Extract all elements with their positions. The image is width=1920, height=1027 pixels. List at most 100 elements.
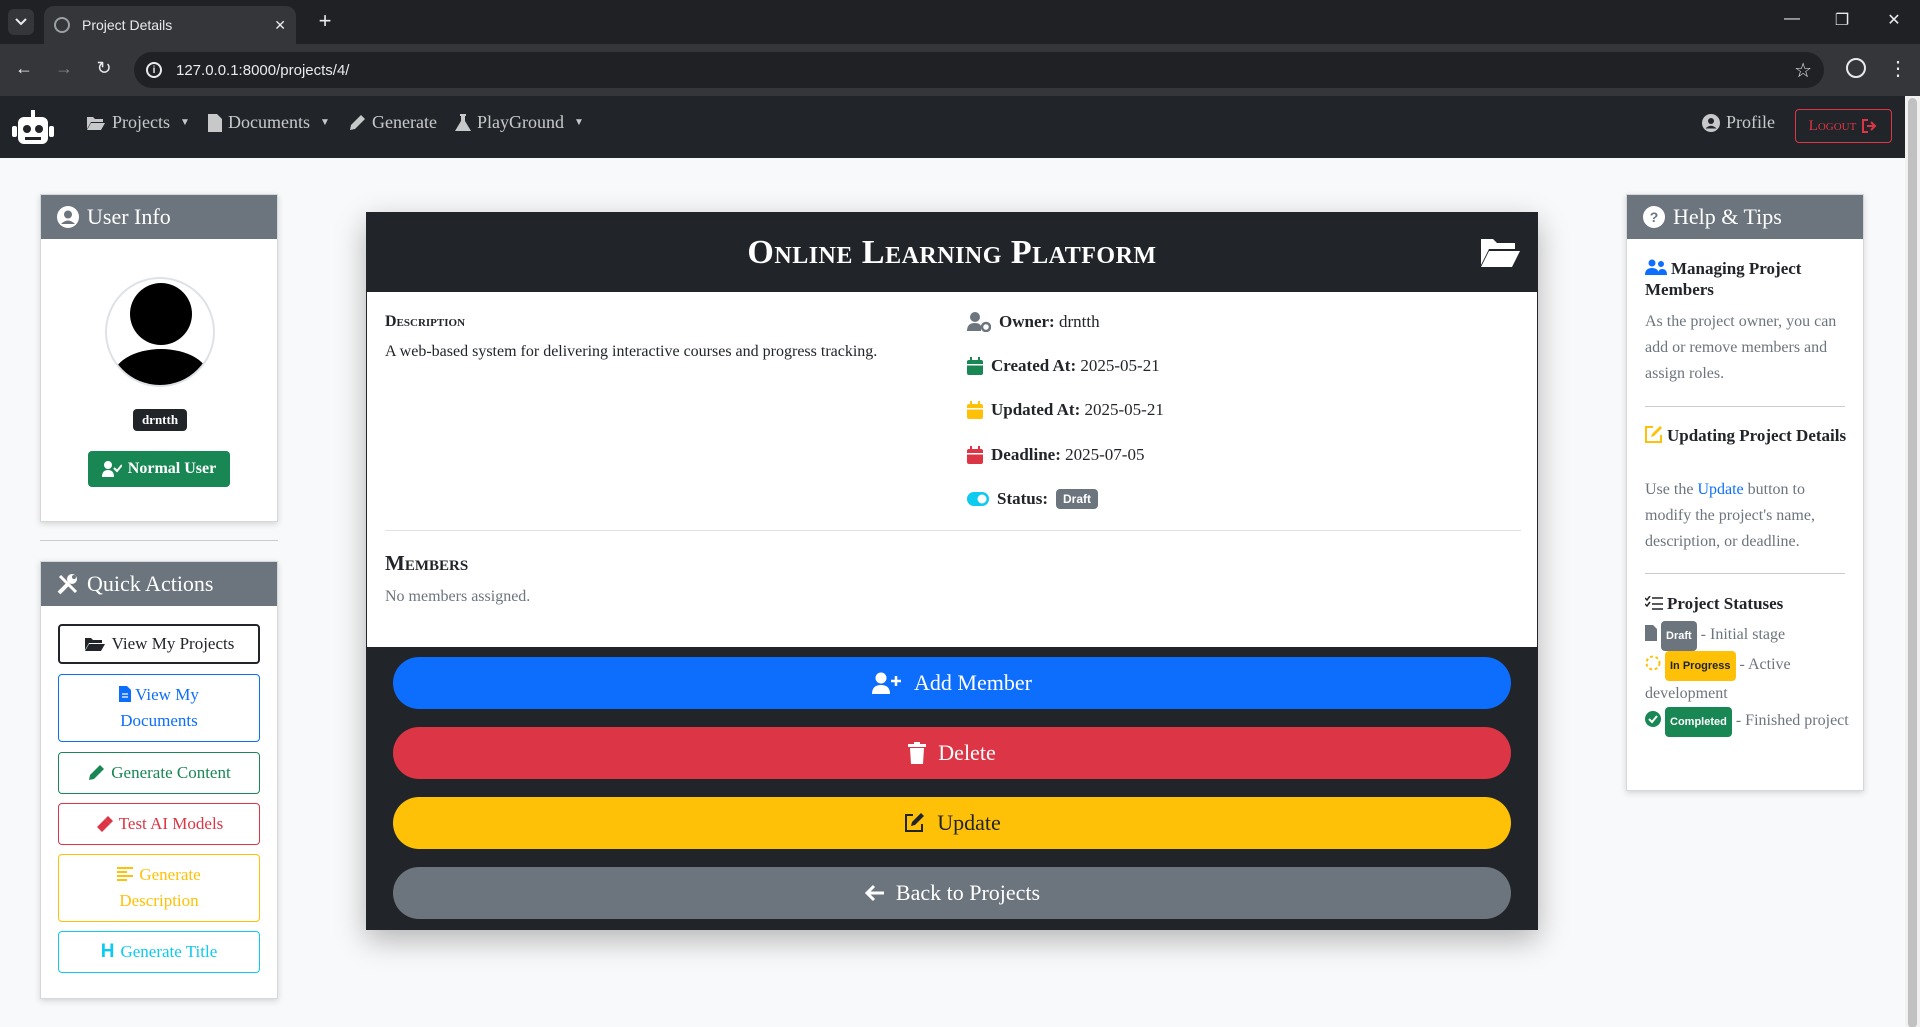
project-detail-card: Online Learning Platform Description A w… bbox=[366, 212, 1538, 930]
add-member-button[interactable]: Add Member bbox=[393, 657, 1511, 709]
chevron-down-icon bbox=[15, 18, 27, 26]
owner-value: drntth bbox=[1058, 312, 1100, 331]
user-check-icon bbox=[101, 461, 122, 477]
spinner-icon bbox=[1645, 655, 1661, 671]
tab-list-button[interactable] bbox=[8, 9, 34, 35]
project-header: Online Learning Platform bbox=[367, 213, 1537, 292]
test-ai-models-button[interactable]: Test AI Models bbox=[58, 803, 260, 845]
eraser-icon bbox=[96, 816, 113, 832]
new-tab-button[interactable]: + bbox=[312, 8, 338, 34]
user-plus-icon bbox=[872, 672, 902, 694]
page-scrollbar[interactable] bbox=[1905, 96, 1920, 1027]
forward-arrow-icon[interactable]: → bbox=[52, 58, 76, 79]
nav-documents-label: Documents bbox=[228, 112, 310, 132]
updated-value: 2025-05-21 bbox=[1084, 400, 1164, 419]
check-circle-icon bbox=[1645, 711, 1661, 727]
generate-title-button[interactable]: H Generate Title bbox=[58, 931, 260, 973]
generate-content-button[interactable]: Generate Content bbox=[58, 752, 260, 794]
description-text: A web-based system for delivering intera… bbox=[385, 343, 878, 360]
site-info-icon[interactable]: i bbox=[146, 62, 162, 78]
draft-badge: Draft bbox=[1661, 621, 1697, 651]
nav-documents-dropdown[interactable]: Documents ▼ bbox=[208, 112, 330, 133]
logout-label: Logout bbox=[1808, 117, 1857, 134]
status-completed-item: Completed - Finished project bbox=[1645, 707, 1850, 737]
logout-button[interactable]: Logout bbox=[1795, 109, 1892, 143]
browser-menu-icon[interactable]: ⋮ bbox=[1888, 56, 1908, 81]
sign-out-icon bbox=[1862, 119, 1877, 133]
generate-title-label: Generate Title bbox=[120, 942, 218, 961]
completed-badge: Completed bbox=[1665, 707, 1732, 737]
nav-playground-dropdown[interactable]: PlayGround ▼ bbox=[455, 112, 584, 133]
close-window-button[interactable]: ✕ bbox=[1882, 10, 1906, 30]
avatar bbox=[105, 277, 215, 387]
align-left-icon bbox=[117, 867, 134, 881]
calendar-icon bbox=[967, 401, 983, 419]
update-link[interactable]: Update bbox=[1697, 481, 1743, 498]
caret-down-icon: ▼ bbox=[319, 117, 330, 128]
help-update-heading: Updating Project Details bbox=[1645, 425, 1850, 446]
document-icon bbox=[119, 686, 132, 702]
user-info-header: User Info bbox=[41, 195, 277, 239]
back-to-projects-label: Back to Projects bbox=[895, 880, 1041, 905]
tab-close-icon[interactable]: ✕ bbox=[274, 17, 286, 34]
view-my-documents-button[interactable]: View My Documents bbox=[58, 674, 260, 742]
update-label: Update bbox=[937, 810, 1001, 835]
status-draft-item: Draft - Initial stage bbox=[1645, 621, 1850, 651]
address-bar: ← → ↻ i 127.0.0.1:8000/projects/4/ ☆ ⋮ bbox=[0, 44, 1920, 96]
nav-generate-link[interactable]: Generate bbox=[348, 112, 437, 133]
globe-icon bbox=[54, 17, 70, 33]
robot-logo-icon[interactable] bbox=[12, 110, 54, 151]
quick-actions-card: Quick Actions View My Projects View My D… bbox=[40, 561, 278, 999]
help-update-text: Use the Update button to modify the proj… bbox=[1645, 481, 1815, 550]
heading-icon: H bbox=[100, 941, 115, 962]
delete-button[interactable]: Delete bbox=[393, 727, 1511, 779]
project-actions: Add Member Delete Update Back to Project… bbox=[367, 647, 1537, 929]
help-tips-title: Help & Tips bbox=[1673, 204, 1782, 229]
tools-icon bbox=[57, 574, 78, 595]
nav-projects-label: Projects bbox=[112, 112, 170, 132]
document-icon bbox=[208, 113, 222, 132]
help-statuses-list: Draft - Initial stage In Progress - Acti… bbox=[1645, 621, 1850, 737]
test-ai-models-label: Test AI Models bbox=[118, 814, 224, 833]
caret-down-icon: ▼ bbox=[180, 117, 190, 128]
folder-open-icon bbox=[87, 116, 105, 130]
generate-description-label: Generate Description bbox=[117, 865, 201, 910]
status-badge: Draft bbox=[1056, 489, 1099, 509]
generate-description-button[interactable]: Generate Description bbox=[58, 854, 260, 922]
nav-projects-dropdown[interactable]: Projects ▼ bbox=[86, 112, 190, 133]
folder-open-icon bbox=[1479, 235, 1521, 274]
user-info-card: User Info drntth Normal User bbox=[40, 194, 278, 522]
restore-button[interactable]: ❐ bbox=[1830, 10, 1854, 30]
project-title: Online Learning Platform bbox=[747, 233, 1157, 271]
arrow-left-icon bbox=[864, 884, 884, 902]
view-my-projects-button[interactable]: View My Projects bbox=[58, 624, 260, 664]
users-icon bbox=[1645, 259, 1667, 275]
url-field[interactable]: i 127.0.0.1:8000/projects/4/ ☆ bbox=[134, 52, 1824, 88]
quick-actions-title: Quick Actions bbox=[87, 571, 214, 596]
reload-icon[interactable]: ↻ bbox=[92, 58, 116, 79]
browser-tab[interactable]: Project Details ✕ bbox=[44, 6, 296, 44]
folder-open-icon bbox=[84, 638, 105, 651]
update-button[interactable]: Update bbox=[393, 797, 1511, 849]
nav-profile-link[interactable]: Profile bbox=[1702, 112, 1775, 133]
url-text: 127.0.0.1:8000/projects/4/ bbox=[176, 61, 350, 79]
status-label: Status: bbox=[997, 489, 1049, 508]
generate-content-label: Generate Content bbox=[111, 763, 231, 782]
document-icon bbox=[1645, 625, 1657, 641]
edit-icon bbox=[1645, 426, 1662, 443]
calendar-icon bbox=[967, 446, 983, 464]
minimize-button[interactable]: — bbox=[1780, 10, 1804, 28]
bookmark-star-icon[interactable]: ☆ bbox=[1794, 58, 1812, 83]
back-arrow-icon[interactable]: ← bbox=[12, 58, 36, 79]
owner-row: Owner: drntth bbox=[967, 312, 1100, 332]
help-divider bbox=[1645, 573, 1845, 574]
scrollbar-thumb[interactable] bbox=[1908, 98, 1917, 1027]
role-badge-button[interactable]: Normal User bbox=[88, 451, 230, 487]
back-to-projects-button[interactable]: Back to Projects bbox=[393, 867, 1511, 919]
pencil-icon bbox=[89, 765, 105, 780]
updated-row: Updated At: 2025-05-21 bbox=[967, 400, 1164, 420]
view-my-documents-label: View My Documents bbox=[119, 685, 199, 730]
created-value: 2025-05-21 bbox=[1080, 356, 1160, 375]
deadline-row: Deadline: 2025-07-05 bbox=[967, 445, 1144, 465]
browser-profile-icon[interactable] bbox=[1846, 58, 1866, 78]
